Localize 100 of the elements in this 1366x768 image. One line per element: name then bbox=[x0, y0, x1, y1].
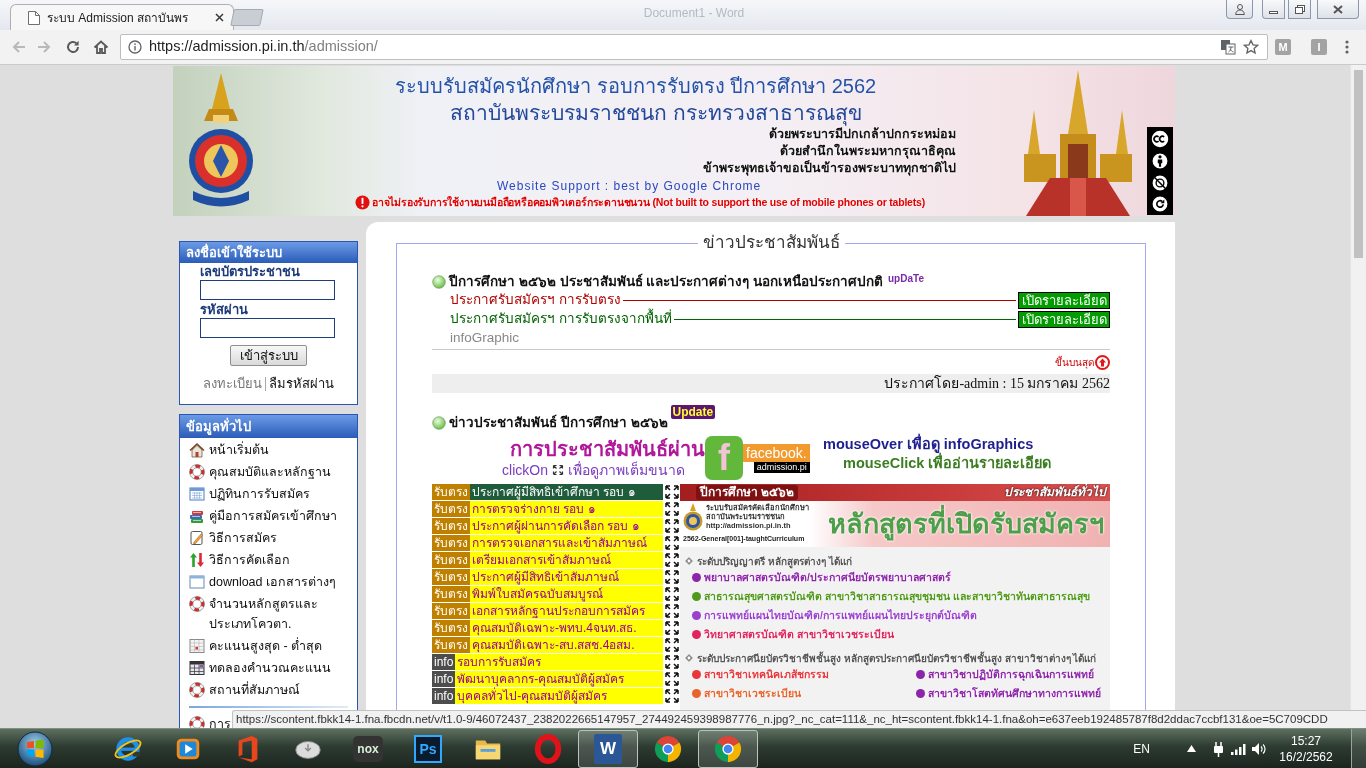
input-field[interactable] bbox=[200, 318, 335, 338]
expand-icon[interactable] bbox=[664, 671, 680, 687]
account-link[interactable]: ลงทะเบียน bbox=[203, 376, 262, 392]
input-field[interactable] bbox=[200, 280, 335, 300]
scrollbar-thumb[interactable] bbox=[1354, 70, 1363, 258]
group-heading: ระดับประกาศนียบัตรวิชาชีพชั้นสูง หลักสูตรประกาศนียบัตรวิชาชีพชั้นสูง สาขาวิชาต่างๆ ได้แก่ bbox=[697, 650, 1097, 666]
signal-bars-icon[interactable] bbox=[1231, 742, 1247, 755]
up-triangle-icon[interactable] bbox=[1187, 745, 1196, 752]
expand-icon[interactable] bbox=[664, 586, 680, 602]
banner-title: ระบบรับสมัครนักศึกษา รอบการรับตรง ปีการศึกษา 2562 bbox=[395, 74, 877, 98]
menu-link[interactable]: คุณสมบัติและหลักฐาน bbox=[189, 461, 331, 483]
menu-link[interactable]: ปฏิทินการรับสมัคร bbox=[189, 483, 310, 505]
expand-icon[interactable] bbox=[664, 535, 680, 551]
star-icon[interactable] bbox=[1243, 39, 1259, 55]
address-bar[interactable]: https://admission.pi.in.th/admission/ bbox=[120, 34, 1268, 60]
taskbar-button[interactable]: nox bbox=[338, 729, 398, 768]
info-icon bbox=[128, 40, 142, 54]
language-indicator[interactable]: EN bbox=[1133, 739, 1150, 758]
expand-icon[interactable] bbox=[664, 688, 680, 704]
category-tag: รับตรง bbox=[432, 501, 470, 517]
clock-date[interactable]: 16/2/2562 bbox=[1279, 748, 1333, 765]
up-arrow-circle-icon bbox=[1095, 355, 1110, 370]
expand-icon[interactable] bbox=[664, 637, 680, 653]
menu-link[interactable]: จำนวนหลักสูตรและประเภทโควตา. bbox=[189, 593, 349, 635]
login-button[interactable]: เข้าสู่ระบบ bbox=[230, 345, 307, 366]
page-label: admission.pi bbox=[753, 461, 810, 473]
speaker-icon[interactable] bbox=[1251, 741, 1266, 756]
translate-icon[interactable] bbox=[1220, 39, 1236, 55]
forward-arrow-icon bbox=[36, 39, 52, 55]
expand-icon[interactable] bbox=[664, 569, 680, 585]
menu-link[interactable]: การ bbox=[189, 713, 231, 728]
menu-link[interactable]: download เอกสารต่างๆ bbox=[189, 571, 336, 593]
category-tag: รับตรง bbox=[432, 586, 470, 602]
notice-link[interactable]: ประกาศผู้มีสิทธิเข้าศึกษา รอบ ๑ bbox=[470, 484, 663, 500]
year-label: ปีการศึกษา ๒๕๖๒ bbox=[696, 485, 799, 500]
expand-icon[interactable] bbox=[664, 552, 680, 568]
taskbar-button[interactable]: W bbox=[578, 729, 638, 768]
minimize-button[interactable] bbox=[1262, 0, 1285, 19]
menu-link[interactable]: ทดลองคำนวณคะแนน bbox=[189, 657, 331, 679]
announcement-link[interactable]: infoGraphic bbox=[450, 328, 520, 349]
expand-icon[interactable] bbox=[664, 484, 680, 500]
expand-icon[interactable] bbox=[664, 518, 680, 534]
clock-time[interactable]: 15:27 bbox=[1291, 732, 1321, 749]
notice-link[interactable]: ประกาศผู้ผ่านการคัดเลือก รอบ ๑ bbox=[470, 518, 663, 534]
expand-icon[interactable] bbox=[664, 501, 680, 517]
posted-by-text: ประกาศโดย-admin : 15 มกราคม 2562 bbox=[884, 374, 1110, 393]
notice-link[interactable]: เตรียมเอกสารเข้าสัมภาษณ์ bbox=[470, 552, 663, 568]
announcement-link[interactable]: ประกาศรับสมัครฯ การรับตรงจากพื้นที่ bbox=[450, 309, 672, 330]
menu-icon[interactable] bbox=[1345, 40, 1349, 54]
notice-link[interactable]: คุณสมบัติเฉพาะ-พทบ.4จนท.สธ. bbox=[470, 620, 663, 636]
close-window-button[interactable] bbox=[1317, 0, 1359, 19]
taskbar-button[interactable]: Ps bbox=[398, 729, 458, 768]
details-button[interactable]: เปิดรายละเอียด bbox=[1018, 292, 1110, 309]
taskbar-button[interactable] bbox=[698, 729, 758, 768]
notice-link[interactable]: รอบการรับสมัคร bbox=[455, 654, 663, 670]
back-to-top-link[interactable]: ขึ้นบนสุด bbox=[1055, 355, 1110, 370]
notice-link[interactable]: ประกาศผู้มีสิทธิเข้าสัมภาษณ์ bbox=[470, 569, 663, 585]
update-label: Update bbox=[670, 405, 716, 419]
category-tag: รับตรง bbox=[432, 603, 470, 619]
course-item: สาขาวิชาเทคนิคเภสัชกรรม bbox=[704, 666, 829, 682]
maximize-button[interactable] bbox=[1288, 0, 1311, 19]
menu-link[interactable]: วิธีการคัดเลือก bbox=[189, 549, 290, 571]
course-item: สาขาวิชาเวชระเบียน bbox=[704, 685, 801, 701]
notice-link[interactable]: พัฒนาบุคลากร-คุณสมบัติผู้สมัคร bbox=[455, 671, 663, 687]
category-tag: รับตรง bbox=[432, 518, 470, 534]
close-icon[interactable] bbox=[215, 13, 224, 22]
notice-link[interactable]: การตรวจเอกสารและเข้าสัมภาษณ์ bbox=[470, 535, 663, 551]
window-icon bbox=[189, 574, 205, 590]
grid-sheet-icon bbox=[189, 638, 205, 654]
course-item: พยาบาลศาสตรบัณฑิต/ประกาศนียบัตรพยาบาลศาสตร์ bbox=[704, 569, 951, 585]
minimize-icon bbox=[1269, 10, 1278, 14]
window-title: Document1 - Word bbox=[643, 5, 745, 22]
menu-link[interactable]: คู่มือการสมัครเข้าศึกษา bbox=[189, 505, 337, 527]
menu-link[interactable]: คะแนนสูงสุด - ต่ำสุด bbox=[189, 635, 323, 657]
menu-link[interactable]: วิธีการสมัคร bbox=[189, 527, 277, 549]
profile-button[interactable] bbox=[1226, 0, 1253, 19]
show-desktop-button[interactable] bbox=[1351, 729, 1366, 768]
notice-link[interactable]: พิมพ์ใบสมัครฉบับสมบูรณ์ bbox=[470, 586, 663, 602]
notice-link[interactable]: เอกสารหลักฐานประกอบการสมัคร bbox=[470, 603, 663, 619]
expand-icon[interactable] bbox=[664, 654, 680, 670]
dedication-line: ด้วยพระบารมีปกเกล้าปกกระหม่อม bbox=[769, 126, 956, 143]
scrollbar[interactable] bbox=[1350, 65, 1366, 710]
details-button[interactable]: เปิดรายละเอียด bbox=[1018, 311, 1110, 328]
panel-title: ลงชื่อเข้าใช้ระบบ bbox=[180, 242, 357, 263]
back-arrow-icon bbox=[11, 39, 27, 55]
notice-link[interactable]: บุคคลทั่วไป-คุณสมบัติผู้สมัคร bbox=[455, 688, 663, 704]
expand-icon[interactable] bbox=[664, 603, 680, 619]
notice-link[interactable]: การตรวจร่างกาย รอบ ๑ bbox=[470, 501, 663, 517]
announcement-link[interactable]: ประกาศรับสมัครฯ การรับตรง bbox=[450, 290, 621, 311]
menu-link[interactable]: หน้าเริ่มต้น bbox=[189, 439, 269, 461]
notepad-pencil-icon bbox=[189, 530, 205, 546]
calendar-grid-icon bbox=[189, 660, 205, 676]
menu-link[interactable]: สถานที่สัมภาษณ์ bbox=[189, 679, 300, 701]
chrome-icon bbox=[653, 733, 683, 764]
browser-tab[interactable]: ระบบ Admission สถาบันพร bbox=[10, 4, 234, 30]
emblem-drawing bbox=[683, 503, 703, 533]
notice-link[interactable]: คุณสมบัติเฉพาะ-สบ.สสช.4อสม. bbox=[470, 637, 663, 653]
account-link[interactable]: ลืมรหัสผ่าน bbox=[269, 376, 334, 392]
expand-icon[interactable] bbox=[664, 620, 680, 636]
power-plug-icon[interactable] bbox=[1212, 740, 1225, 757]
